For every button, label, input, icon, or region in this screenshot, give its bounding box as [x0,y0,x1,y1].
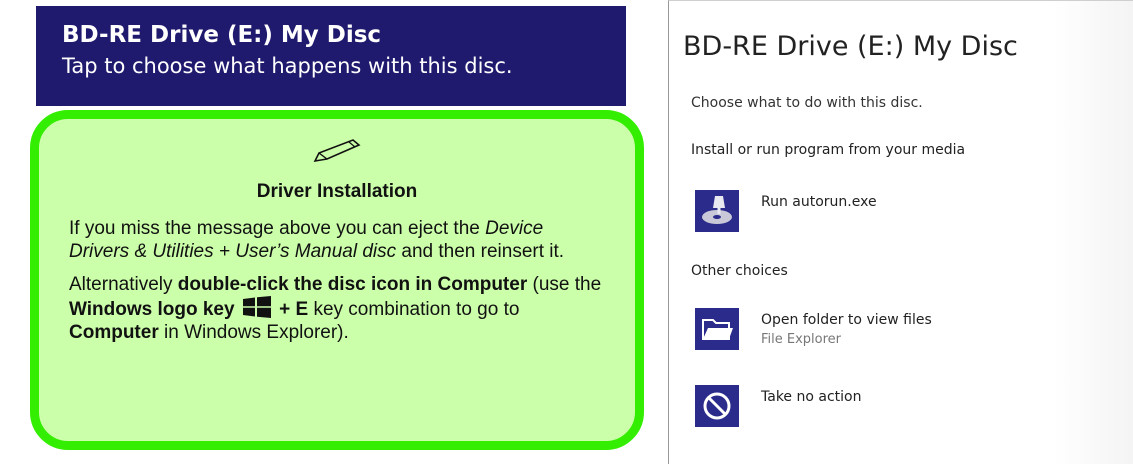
option-label: Run autorun.exe [761,194,877,210]
driver-installation-note: Driver Installation If you miss the mess… [30,110,644,450]
note-paragraph-1: If you miss the message above you can ej… [69,217,605,263]
note-text: (use the [527,274,602,295]
instruction-bold: double-click the disc icon in Computer [177,274,528,295]
section-install-heading: Install or run program from your media [691,142,966,158]
note-paragraph-2: Alternatively double-click the disc icon… [69,273,605,344]
note-text: Alternatively [69,274,178,295]
option-take-no-action[interactable]: Take no action [691,381,1111,431]
toast-subtitle: Tap to choose what happens with this dis… [62,54,513,78]
option-run-autorun[interactable]: Run autorun.exe [691,186,1111,236]
toast-title: BD-RE Drive (E:) My Disc [62,22,382,48]
note-text: If you miss the message above you can ej… [69,218,486,239]
dialog-prompt: Choose what to do with this disc. [691,95,923,111]
note-text: key combination to go to [308,299,520,320]
option-sublabel: File Explorer [761,332,842,347]
dialog-title: BD-RE Drive (E:) My Disc [683,31,1018,62]
note-title: Driver Installation [256,181,418,202]
windows-logo-icon [242,296,271,318]
computer-label: Computer [69,322,159,343]
option-open-folder[interactable]: Open folder to view files File Explorer [691,304,1111,354]
windows-key-label: Windows logo key [69,299,235,320]
folder-icon [695,308,739,350]
option-label: Open folder to view files [761,312,932,328]
option-label: Take no action [761,389,862,405]
note-text: and then reinsert it. [396,241,565,262]
section-other-heading: Other choices [691,263,788,279]
installer-icon [695,190,739,232]
autoplay-toast[interactable]: BD-RE Drive (E:) My Disc Tap to choose w… [36,6,626,106]
e-key-label: + E [273,299,309,320]
autoplay-dialog: BD-RE Drive (E:) My Disc Choose what to … [668,0,1133,464]
note-text: in Windows Explorer). [158,322,349,343]
pencil-icon [313,139,361,163]
no-action-icon [695,385,739,427]
